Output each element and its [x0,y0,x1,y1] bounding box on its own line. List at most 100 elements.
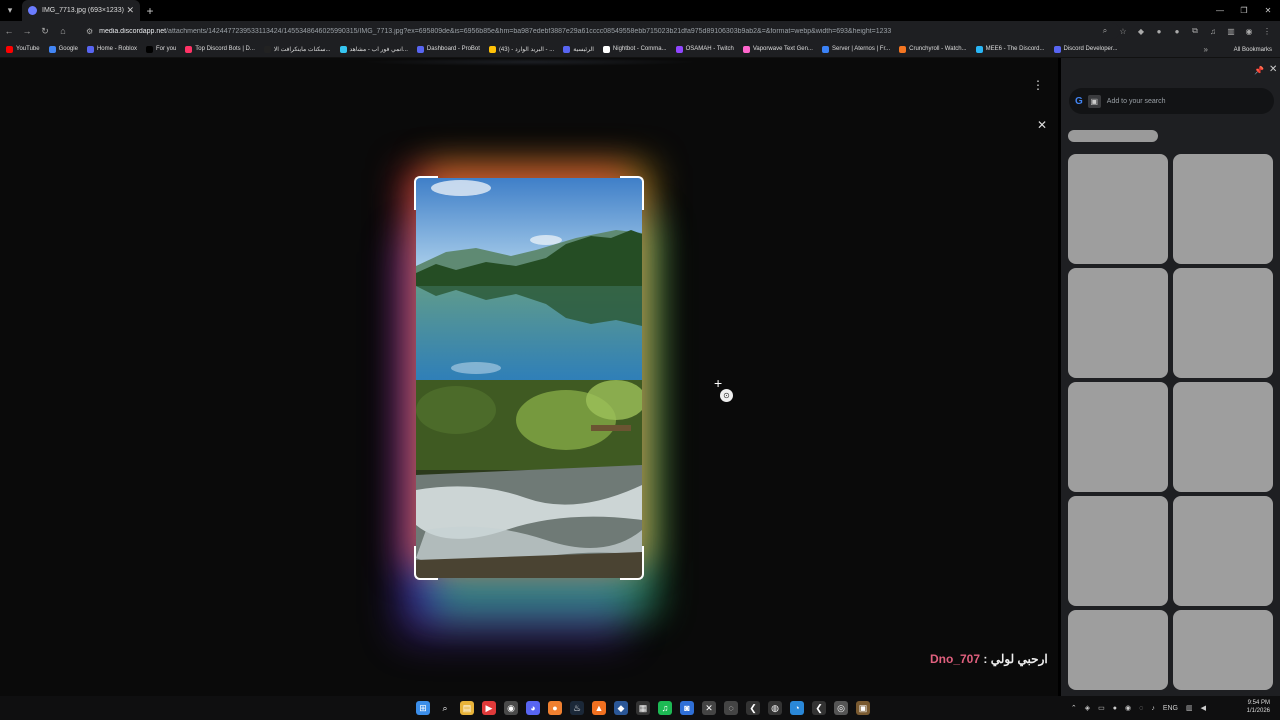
app-icon[interactable]: ◍ [768,701,782,715]
more-options-icon[interactable]: ⋮ [1032,78,1044,92]
bookmark-label: Discord Developer... [1063,46,1118,52]
address-bar[interactable]: ⚙ media.discordapp.net/attachments/14244… [80,23,1120,39]
bookmark-item[interactable]: Discord Developer... [1053,45,1118,53]
bookmark-label: Top Discord Bots | D... [195,46,255,52]
bookmark-item[interactable]: Top Discord Bots | D... [185,45,255,53]
mic-icon[interactable]: ♪ [1151,705,1155,712]
result-tile-placeholder [1068,154,1168,264]
clock-date: 1/1/2026 [1246,708,1270,714]
extension-icon[interactable]: ◆ [1132,27,1150,36]
river-photo [416,380,642,578]
spotify-icon[interactable]: ♫ [658,701,672,715]
all-bookmarks[interactable]: All Bookmarks [1234,41,1272,58]
close-viewer-icon[interactable]: ✕ [1037,118,1047,132]
volume-icon[interactable]: ◀ [1201,704,1206,712]
close-tab-icon[interactable]: ✕ [126,5,134,16]
app-icon[interactable]: ❮ [812,701,826,715]
language-indicator[interactable]: ENG [1163,705,1178,712]
bookmark-item[interactable]: انمي فور اب - مشاهد... [339,45,408,53]
bookmark-label: الرئيسية [573,46,594,53]
lake-photo [416,178,642,380]
bookmark-favicon-icon [145,45,153,53]
app-icon[interactable]: ◆ [614,701,628,715]
app-icon[interactable]: ❮ [746,701,760,715]
bookmark-item[interactable]: Server | Aternos | Fr... [821,45,890,53]
bookmark-label: Crunchyroll - Watch... [909,46,967,52]
bookmark-item[interactable]: OSAMAH - Twitch [675,45,734,53]
close-side-panel-icon[interactable]: ✕ [1269,64,1277,75]
bookmark-favicon-icon [821,45,829,53]
more-bookmarks-icon[interactable]: » [1204,41,1208,58]
tab-search-icon[interactable]: ▾ [0,0,20,21]
pin-icon[interactable]: 📌 [1254,66,1264,75]
bookmark-item[interactable]: (43) - البريد الوارد - ... [488,45,554,53]
app-icon[interactable]: ▣ [856,701,870,715]
network-icon[interactable]: ▥ [1186,704,1193,712]
maximize-icon[interactable]: ❐ [1232,0,1256,21]
chrome-icon[interactable]: ◉ [504,701,518,715]
minimize-icon[interactable]: — [1208,0,1232,21]
bookmark-item[interactable]: Nightbot - Comma... [602,45,667,53]
discord-favicon-icon [28,6,37,15]
caption-text: : ارحبي لولي [980,652,1048,666]
bookmark-label: سكنات ماينكرافت الا... [273,46,331,53]
back-icon[interactable]: ← [0,26,18,36]
bookmark-favicon-icon [602,45,610,53]
forward-icon[interactable]: → [18,26,36,36]
bookmark-star-icon[interactable]: ☆ [1114,27,1132,36]
browser-menu-icon[interactable]: ⋮ [1258,27,1276,36]
media-icon[interactable]: ♫ [1204,27,1222,36]
side-panel-icon[interactable]: ▥ [1222,27,1240,36]
bookmark-item[interactable]: Dashboard - ProBot [416,45,480,53]
tray-icon[interactable]: ◉ [1125,704,1131,712]
bookmark-item[interactable]: Google [48,45,78,53]
bookmark-favicon-icon [263,45,271,53]
start-icon[interactable]: ⊞ [416,701,430,715]
app-icon[interactable]: ▲ [592,701,606,715]
zoom-icon[interactable]: ⌕ [1096,26,1114,36]
clock[interactable]: 9:54 PM 1/1/2026 [1247,699,1270,715]
steam-icon[interactable]: ♨ [570,701,584,715]
search-icon[interactable]: ⌕ [438,701,452,715]
file-explorer-icon[interactable]: ▤ [460,701,474,715]
bookmark-favicon-icon [86,45,94,53]
app-icon[interactable]: ✕ [702,701,716,715]
bookmark-item[interactable]: YouTube [6,45,40,53]
new-tab-button[interactable]: + [140,4,160,18]
avatar[interactable]: ◉ [1240,27,1258,36]
bookmark-item[interactable]: Vaporwave Text Gen... [742,45,813,53]
home-icon[interactable]: ⌂ [54,26,72,36]
site-info-icon[interactable]: ⚙ [86,27,93,36]
bookmark-item[interactable]: Home - Roblox [86,45,137,53]
app-icon[interactable]: ▦ [636,701,650,715]
result-tile-placeholder [1068,610,1168,690]
tab-image[interactable]: IMG_7713.jpg (693×1233) ✕ [22,0,140,21]
discord-icon[interactable]: ◕ [526,701,540,715]
bookmark-item[interactable]: Crunchyroll - Watch... [899,45,967,53]
tray-icon[interactable]: ▭ [1098,704,1105,712]
app-icon[interactable]: ● [548,701,562,715]
tray-icon[interactable]: ◌ [1139,705,1143,712]
extensions-puzzle-icon[interactable]: ⧉ [1186,26,1204,36]
url-text: media.discordapp.net/attachments/1424477… [99,27,892,35]
top-glow [360,58,700,66]
bookmark-item[interactable]: الرئيسية [563,45,594,53]
chevron-up-icon[interactable]: ⌃ [1071,704,1077,712]
lens-search-box[interactable]: G ▣ Add to your search [1069,88,1274,114]
photo[interactable] [416,178,642,578]
tray-icon[interactable]: ● [1113,705,1117,712]
extension-icon[interactable]: ● [1150,27,1168,36]
app-icon[interactable]: ▶ [482,701,496,715]
extension-icon[interactable]: ● [1168,27,1186,36]
tray-icon[interactable]: ◈ [1085,704,1090,712]
close-window-icon[interactable]: ✕ [1256,0,1280,21]
reload-icon[interactable]: ↻ [36,26,54,37]
app-icon[interactable]: ◌ [724,701,738,715]
bookmark-item[interactable]: For you [145,45,176,53]
app-icon[interactable]: ◙ [680,701,694,715]
bookmark-item[interactable]: سكنات ماينكرافت الا... [263,45,331,53]
google-icon: G [1075,95,1083,107]
bookmark-item[interactable]: MEE6 - The Discord... [975,45,1045,53]
app-icon[interactable]: ◎ [834,701,848,715]
app-icon[interactable]: ◔ [790,701,804,715]
